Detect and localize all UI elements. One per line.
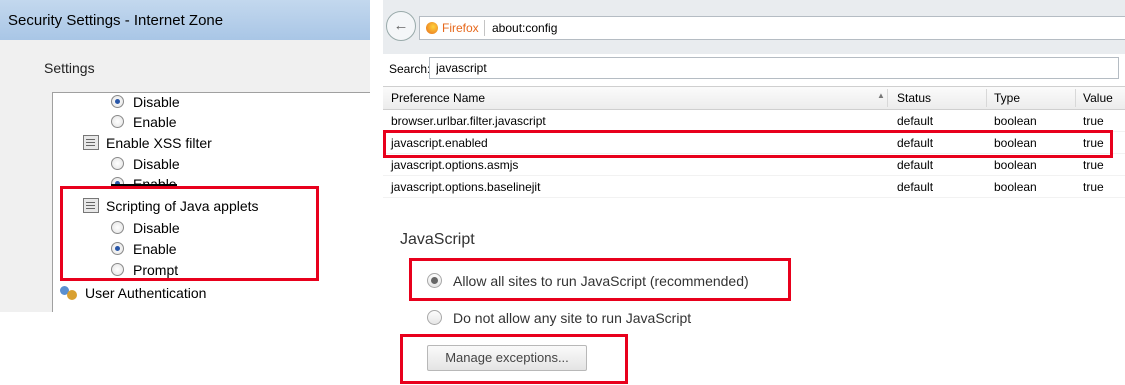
config-search-row: Search: — [383, 54, 1125, 86]
radio-checked-icon[interactable] — [111, 95, 124, 108]
ie-radio-label: Enable — [133, 114, 177, 130]
column-header-preference-name[interactable]: Preference Name — [391, 91, 485, 105]
ie-group-label: Enable XSS filter — [106, 135, 212, 151]
ie-radio-label: Disable — [133, 156, 180, 172]
ie-radio-disable-1[interactable]: Disable — [111, 93, 180, 111]
deny-javascript-option[interactable]: Do not allow any site to run JavaScript — [427, 310, 691, 326]
ie-group-xss-filter: Enable XSS filter — [83, 134, 212, 152]
back-arrow-icon[interactable]: ← — [386, 11, 416, 41]
settings-page-icon — [83, 135, 99, 150]
ie-settings-label: Settings — [44, 60, 95, 76]
ie-group-label: User Authentication — [85, 285, 207, 301]
column-separator[interactable] — [887, 89, 888, 107]
column-separator[interactable] — [986, 89, 987, 107]
javascript-section-heading: JavaScript — [400, 231, 475, 248]
cell-value: true — [1083, 114, 1104, 128]
firefox-brand-label: Firefox — [442, 21, 479, 35]
ie-group-user-authentication: User Authentication — [60, 284, 206, 302]
cell-type: boolean — [994, 180, 1037, 194]
sort-up-icon: ▲ — [877, 91, 885, 100]
url-text: about:config — [492, 21, 558, 35]
ie-title-bar: Security Settings - Internet Zone — [0, 0, 370, 40]
url-separator — [484, 20, 485, 36]
cell-status: default — [897, 114, 934, 128]
radio-unchecked-icon[interactable] — [111, 157, 124, 170]
column-header-type[interactable]: Type — [994, 91, 1020, 105]
cell-value: true — [1083, 158, 1104, 172]
cell-preference-name: javascript.options.baselinejit — [391, 180, 541, 194]
ie-window-title: Security Settings - Internet Zone — [8, 12, 224, 29]
table-header: Preference Name ▲ Status Type Value — [383, 86, 1125, 110]
ie-radio-disable-2[interactable]: Disable — [111, 155, 180, 173]
deny-javascript-label: Do not allow any site to run JavaScript — [453, 310, 692, 326]
cell-status: default — [897, 158, 934, 172]
cell-value: true — [1083, 180, 1104, 194]
cell-type: boolean — [994, 158, 1037, 172]
column-separator[interactable] — [1075, 89, 1076, 107]
ie-radio-label: Disable — [133, 94, 180, 110]
cell-preference-name: javascript.options.asmjs — [391, 158, 519, 172]
search-label: Search: — [389, 62, 431, 76]
column-header-status[interactable]: Status — [897, 91, 931, 105]
cell-status: default — [897, 180, 934, 194]
table-row[interactable]: browser.urlbar.filter.javascript default… — [383, 110, 1125, 132]
search-input[interactable] — [429, 57, 1119, 79]
radio-unchecked-icon[interactable] — [111, 115, 124, 128]
row-divider — [383, 197, 1125, 198]
highlight-allow-javascript — [409, 258, 791, 301]
url-bar[interactable]: Firefox about:config — [419, 16, 1125, 40]
cell-type: boolean — [994, 114, 1037, 128]
firefox-nav-bar: ← Firefox about:config — [383, 0, 1125, 54]
firefox-logo-icon — [426, 22, 438, 34]
column-header-value[interactable]: Value — [1083, 91, 1113, 105]
highlight-java-applets — [60, 186, 319, 281]
cell-preference-name: browser.urlbar.filter.javascript — [391, 114, 546, 128]
highlight-javascript-enabled — [383, 130, 1113, 158]
users-icon — [60, 286, 78, 300]
highlight-manage-exceptions — [400, 334, 628, 384]
radio-unchecked-icon[interactable] — [427, 310, 442, 325]
ie-radio-enable-1[interactable]: Enable — [111, 113, 177, 131]
table-row[interactable]: javascript.options.baselinejit default b… — [383, 176, 1125, 198]
firefox-about-config-window: ← Firefox about:config Search: Preferenc… — [383, 0, 1125, 206]
